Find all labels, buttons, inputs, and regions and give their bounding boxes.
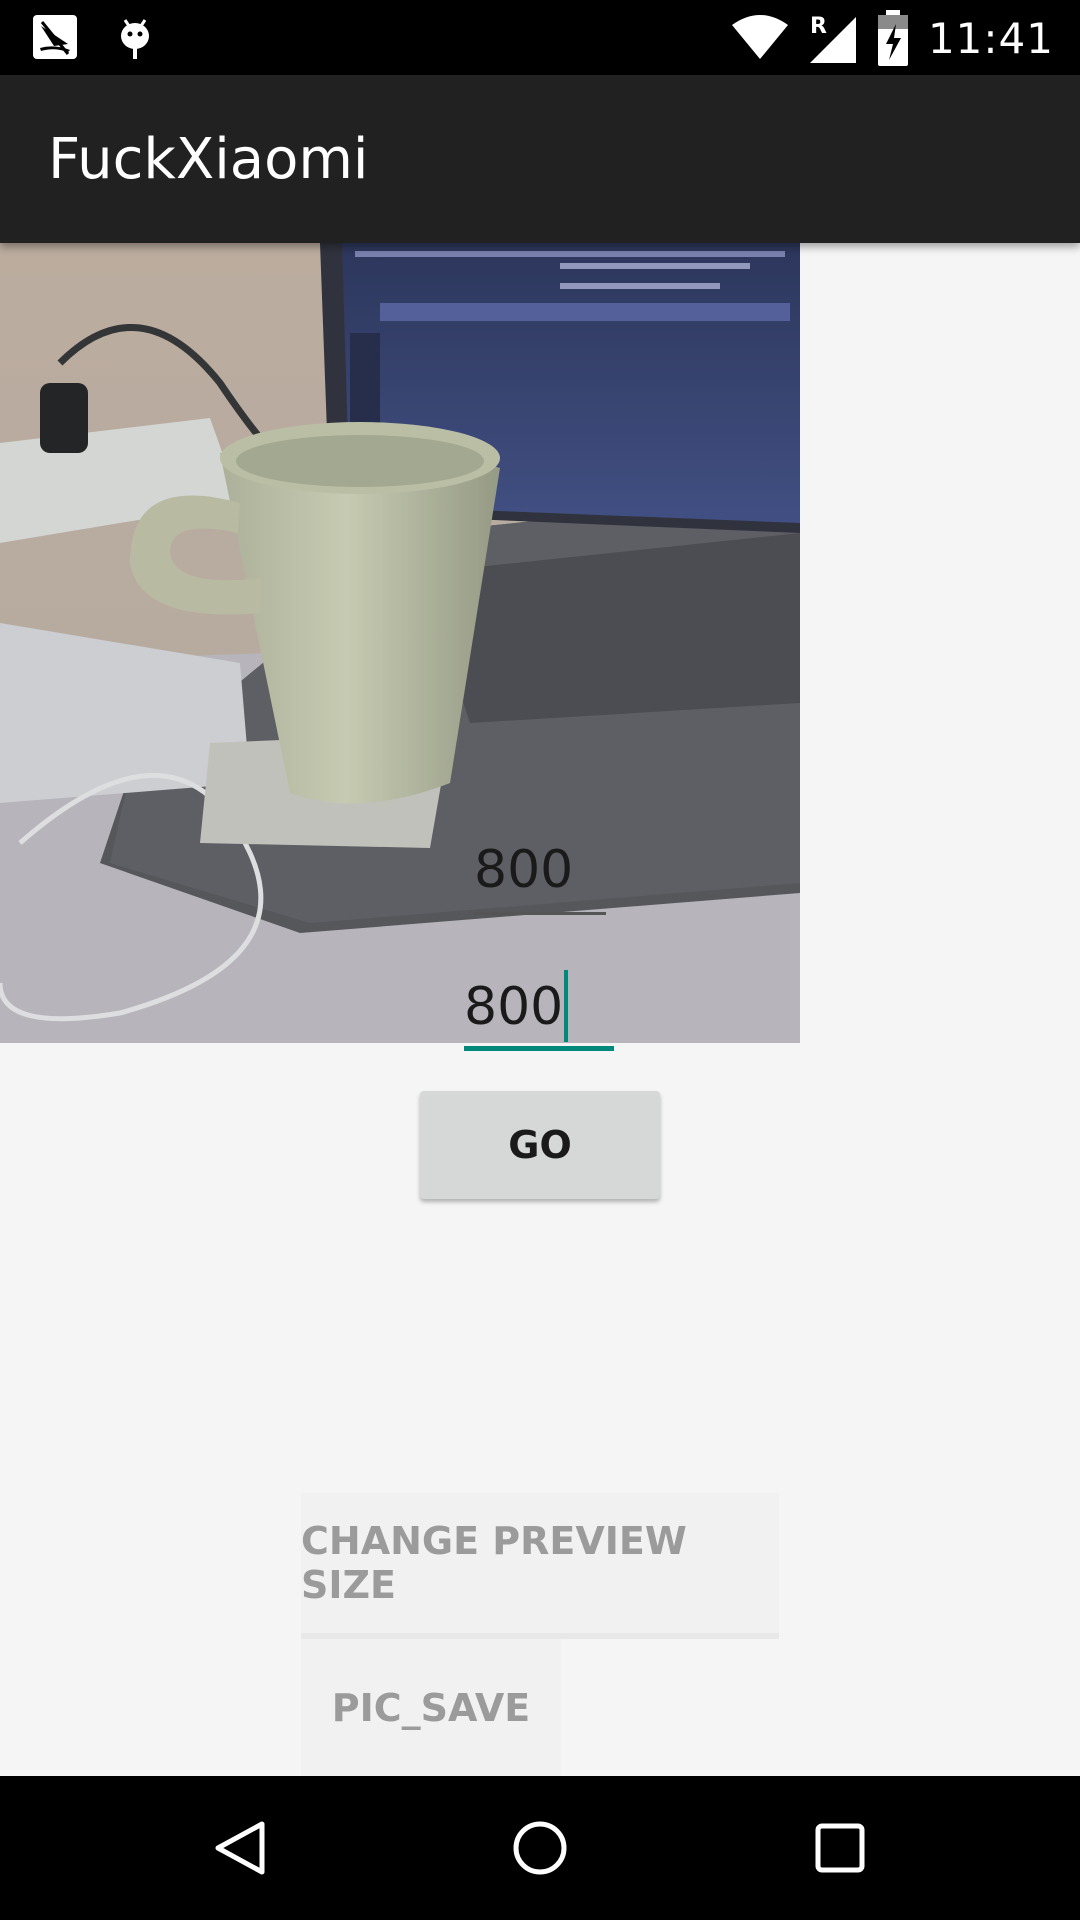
sailboat-notification-icon bbox=[33, 15, 77, 59]
battery-charging-icon bbox=[877, 10, 908, 66]
app-bar: FuckXiaomi bbox=[0, 75, 1080, 243]
pic-save-button[interactable]: PIC_SAVE bbox=[301, 1639, 561, 1776]
status-time: 11:41 bbox=[927, 13, 1054, 63]
app-title: FuckXiaomi bbox=[48, 127, 369, 192]
navigation-bar bbox=[0, 1776, 1080, 1920]
go-button[interactable]: GO bbox=[420, 1091, 660, 1199]
width-input-value: 800 bbox=[474, 840, 574, 900]
height-input-value: 800 bbox=[464, 977, 564, 1037]
recents-icon[interactable] bbox=[804, 1812, 876, 1884]
height-input[interactable]: 800 bbox=[464, 970, 614, 1051]
text-cursor bbox=[564, 970, 569, 1042]
home-icon[interactable] bbox=[504, 1812, 576, 1884]
system-status-area: R 11:41 bbox=[730, 10, 1054, 66]
wifi-icon bbox=[731, 15, 788, 59]
change-preview-size-button[interactable]: CHANGE PREVIEW SIZE bbox=[301, 1493, 779, 1639]
camera-preview-image bbox=[0, 243, 800, 1043]
android-debug-icon bbox=[121, 19, 149, 59]
signal-roaming-icon: R bbox=[809, 14, 856, 63]
notification-area bbox=[32, 14, 158, 60]
width-input[interactable]: 800 bbox=[474, 840, 606, 915]
status-bar: R 11:41 bbox=[0, 0, 1080, 75]
roaming-label: R bbox=[810, 14, 827, 39]
camera-preview bbox=[0, 243, 800, 1043]
back-icon[interactable] bbox=[204, 1812, 276, 1884]
